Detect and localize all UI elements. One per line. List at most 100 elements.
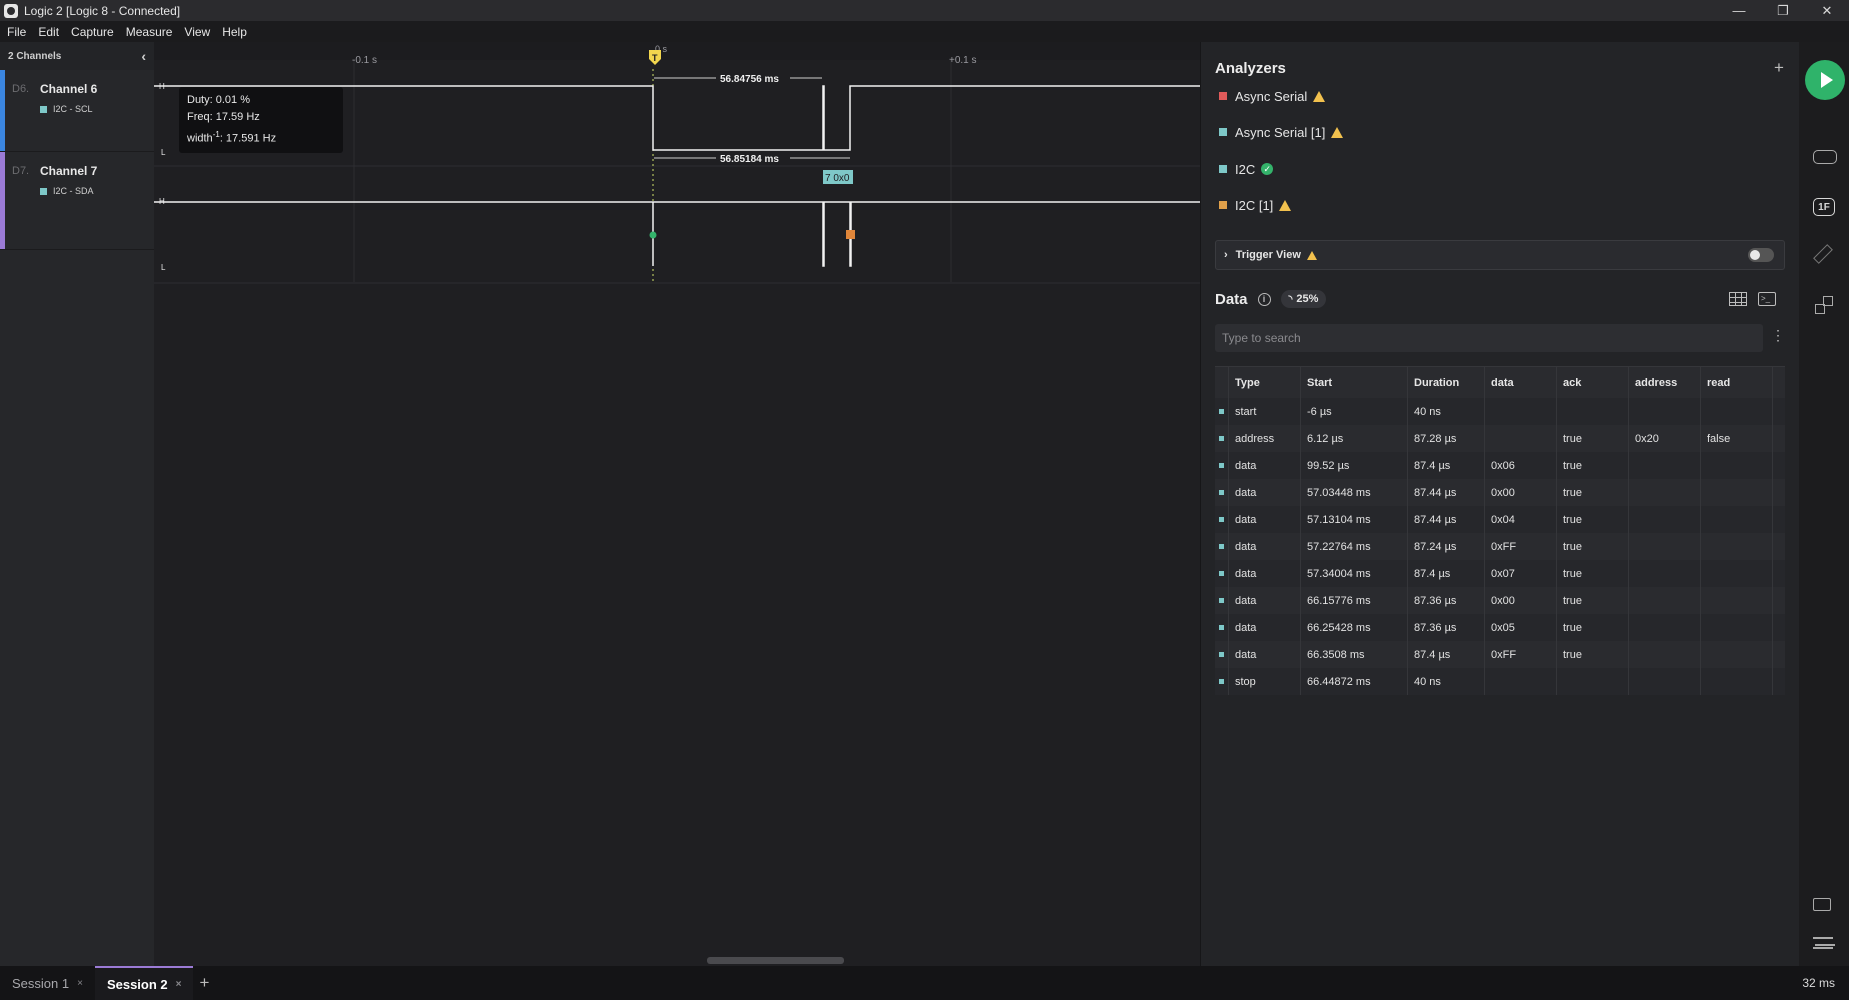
channel-name[interactable]: Channel 6 bbox=[40, 82, 97, 96]
info-icon[interactable]: i bbox=[1257, 292, 1271, 306]
extensions-icon[interactable] bbox=[1815, 296, 1833, 314]
table-cell: 0x07 bbox=[1485, 560, 1557, 587]
trigger-view-toggle[interactable] bbox=[1748, 248, 1774, 262]
table-cell: 40 ns bbox=[1408, 398, 1485, 425]
data-table: Type Start Duration data ack address rea… bbox=[1215, 366, 1785, 695]
warning-icon bbox=[1331, 126, 1344, 138]
check-icon: ✓ bbox=[1261, 163, 1274, 175]
table-row[interactable]: data 57.03448 ms 87.44 µs 0x00 true bbox=[1215, 479, 1785, 506]
analyzer-item[interactable]: I2C ✓ bbox=[1219, 159, 1274, 179]
measurement-label[interactable]: 56.85184 ms bbox=[720, 154, 779, 165]
minimize-button[interactable]: — bbox=[1717, 0, 1761, 21]
search-input[interactable] bbox=[1215, 324, 1763, 352]
add-analyzer-button[interactable]: + bbox=[1774, 58, 1784, 78]
chevron-right-icon[interactable]: › bbox=[1224, 249, 1228, 261]
measurement-label[interactable]: 56.84756 ms bbox=[720, 74, 779, 85]
chat-icon[interactable] bbox=[1813, 898, 1831, 911]
collapse-panel-icon[interactable]: ‹ bbox=[141, 48, 146, 64]
waveform-canvas[interactable]: -0.1 s 0 s +0.1 s T H L 56.84756 ms 56.8… bbox=[154, 42, 1200, 966]
close-window-button[interactable]: ✕ bbox=[1805, 0, 1849, 21]
channel-name[interactable]: Channel 7 bbox=[40, 164, 97, 178]
add-session-button[interactable]: + bbox=[199, 973, 209, 993]
table-view-icon[interactable] bbox=[1729, 292, 1747, 306]
table-cell: 66.44872 ms bbox=[1301, 668, 1408, 695]
horizontal-scrollbar[interactable] bbox=[707, 957, 844, 964]
more-options-icon[interactable]: ⋮ bbox=[1771, 327, 1785, 344]
table-row[interactable]: data 66.3508 ms 87.4 µs 0xFF true bbox=[1215, 641, 1785, 668]
analyzer-name[interactable]: I2C bbox=[1235, 162, 1255, 177]
table-cell: start bbox=[1229, 398, 1301, 425]
menu-edit[interactable]: Edit bbox=[38, 25, 59, 39]
tooltip-freq: Freq: 17.59 Hz bbox=[187, 111, 260, 123]
menu-help[interactable]: Help bbox=[222, 25, 247, 39]
close-tab-icon[interactable]: × bbox=[176, 979, 182, 990]
analyzer-name[interactable]: Async Serial bbox=[1235, 89, 1307, 104]
analyzer-name[interactable]: I2C [1] bbox=[1235, 198, 1273, 213]
analyzer-item[interactable]: Async Serial [1] bbox=[1219, 122, 1344, 142]
analyzers-1f-icon[interactable]: 1F bbox=[1813, 198, 1835, 216]
column-header[interactable]: Start bbox=[1301, 367, 1408, 398]
column-header[interactable]: address bbox=[1629, 367, 1701, 398]
table-cell bbox=[1701, 560, 1773, 587]
table-cell: 0xFF bbox=[1485, 641, 1557, 668]
table-row[interactable]: data 99.52 µs 87.4 µs 0x06 true bbox=[1215, 452, 1785, 479]
table-cell: -6 µs bbox=[1301, 398, 1408, 425]
row-color-dot bbox=[1219, 409, 1224, 414]
channel-analyzer-label: I2C - SDA bbox=[40, 186, 94, 196]
table-cell bbox=[1629, 479, 1701, 506]
column-header[interactable]: data bbox=[1485, 367, 1557, 398]
menu-capture[interactable]: Capture bbox=[71, 25, 114, 39]
table-cell: 87.24 µs bbox=[1408, 533, 1485, 560]
session-tab[interactable]: Session 1 × bbox=[0, 966, 95, 1000]
table-header: Type Start Duration data ack address rea… bbox=[1215, 366, 1785, 398]
ruler-icon[interactable] bbox=[1813, 244, 1833, 264]
channel-header: 2 Channels ‹ bbox=[0, 42, 154, 70]
waveform-view[interactable]: -0.1 s 0 s +0.1 s T H L 56.84756 ms 56.8… bbox=[154, 42, 1200, 966]
trigger-view-row[interactable]: › Trigger View bbox=[1215, 240, 1785, 270]
channel-id: D6. bbox=[12, 83, 30, 95]
analyzer-item[interactable]: Async Serial bbox=[1219, 86, 1326, 106]
row-color-dot bbox=[1219, 544, 1224, 549]
table-row[interactable]: data 57.34004 ms 87.4 µs 0x07 true bbox=[1215, 560, 1785, 587]
table-cell: data bbox=[1229, 533, 1301, 560]
table-cell bbox=[1701, 479, 1773, 506]
analyzer-item[interactable]: I2C [1] bbox=[1219, 195, 1292, 215]
table-cell: true bbox=[1557, 614, 1629, 641]
table-cell: 87.44 µs bbox=[1408, 506, 1485, 533]
table-cell bbox=[1629, 452, 1701, 479]
column-header[interactable]: Duration bbox=[1408, 367, 1485, 398]
trigger-view-label: Trigger View bbox=[1235, 249, 1301, 261]
table-row[interactable]: data 57.13104 ms 87.44 µs 0x04 true bbox=[1215, 506, 1785, 533]
right-sidebar: 1F bbox=[1799, 42, 1849, 966]
table-row[interactable]: address 6.12 µs 87.28 µs true 0x20 false bbox=[1215, 425, 1785, 452]
row-color-dot bbox=[1219, 436, 1224, 441]
menu-icon[interactable] bbox=[1813, 937, 1835, 949]
session-tab-active[interactable]: Session 2 × bbox=[94, 966, 194, 1000]
column-header[interactable]: Type bbox=[1229, 367, 1301, 398]
analyzer-color-swatch bbox=[1219, 201, 1227, 209]
column-header[interactable]: ack bbox=[1557, 367, 1629, 398]
table-row[interactable]: data 57.22764 ms 87.24 µs 0xFF true bbox=[1215, 533, 1785, 560]
analyzer-label-text: I2C - SCL bbox=[53, 104, 93, 114]
menu-view[interactable]: View bbox=[184, 25, 210, 39]
start-capture-button[interactable] bbox=[1805, 60, 1845, 100]
table-cell: address bbox=[1229, 425, 1301, 452]
table-cell: true bbox=[1557, 425, 1629, 452]
maximize-button[interactable]: ❐ bbox=[1761, 0, 1805, 21]
menu-file[interactable]: File bbox=[7, 25, 26, 39]
window-controls: — ❐ ✕ bbox=[1717, 0, 1849, 21]
terminal-view-icon[interactable]: >_ bbox=[1758, 292, 1776, 306]
menu-measure[interactable]: Measure bbox=[126, 25, 173, 39]
analyzer-name[interactable]: Async Serial [1] bbox=[1235, 125, 1325, 140]
channel-row-7[interactable]: D7. Channel 7 I2C - SDA bbox=[0, 152, 154, 250]
table-row[interactable]: data 66.15776 ms 87.36 µs 0x00 true bbox=[1215, 587, 1785, 614]
progress-value: 25% bbox=[1296, 293, 1319, 305]
tooltip-width: width-1: 17.591 Hz bbox=[187, 126, 335, 148]
device-settings-icon[interactable] bbox=[1813, 150, 1837, 164]
table-row[interactable]: data 66.25428 ms 87.36 µs 0x05 true bbox=[1215, 614, 1785, 641]
table-row[interactable]: start -6 µs 40 ns bbox=[1215, 398, 1785, 425]
table-row[interactable]: stop 66.44872 ms 40 ns bbox=[1215, 668, 1785, 695]
close-tab-icon[interactable]: × bbox=[77, 978, 83, 989]
column-header[interactable]: read bbox=[1701, 367, 1773, 398]
channel-row-6[interactable]: D6. Channel 6 I2C - SCL bbox=[0, 70, 154, 152]
